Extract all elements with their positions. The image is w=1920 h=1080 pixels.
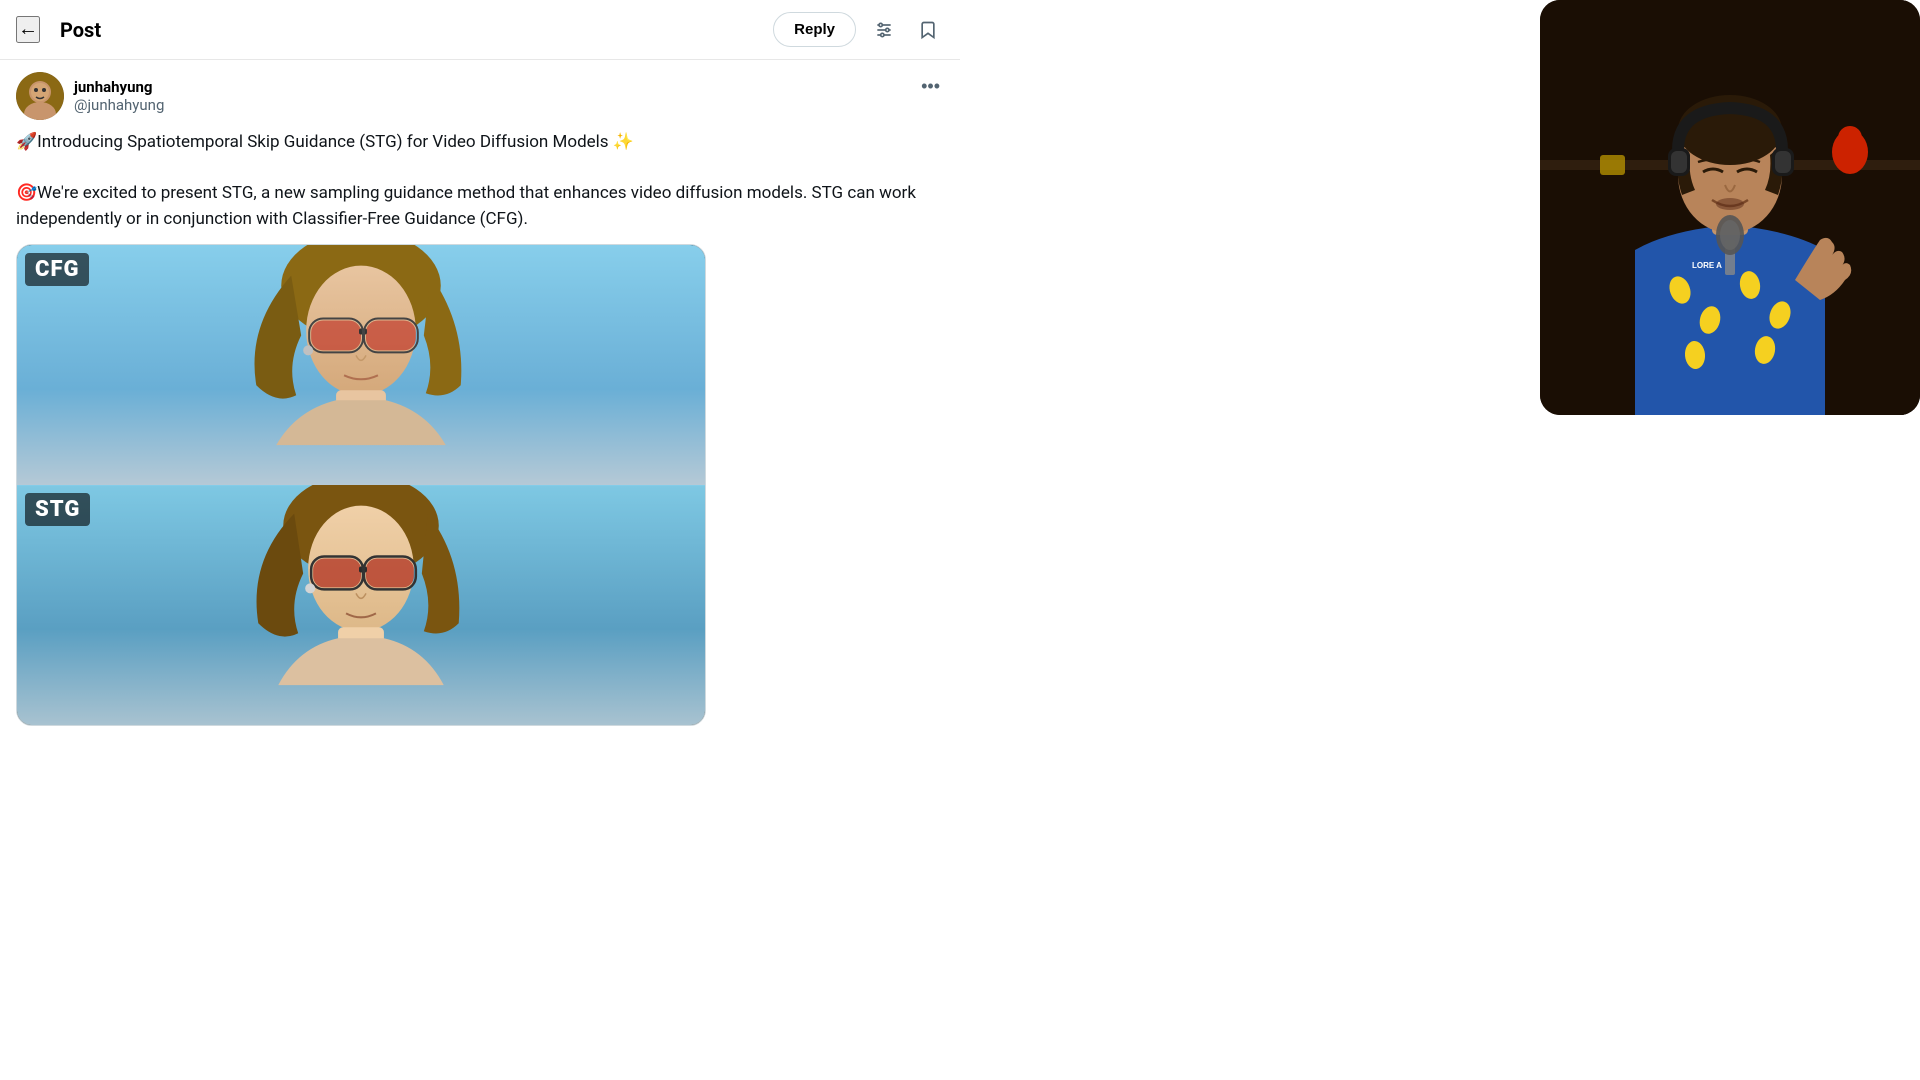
cfg-label: CFG — [25, 253, 89, 286]
reply-button[interactable]: Reply — [773, 12, 856, 47]
avatar — [16, 72, 64, 120]
stg-person-image — [17, 485, 705, 725]
user-details: junhahyung @junhahyung — [74, 78, 164, 114]
webcam-background: LORE A — [1540, 0, 1920, 415]
bookmark-icon — [918, 20, 938, 40]
header: ← Post Reply — [0, 0, 960, 60]
page-title: Post — [60, 18, 101, 42]
adjust-icon-button[interactable] — [868, 14, 900, 46]
adjust-icon — [874, 20, 894, 40]
comparison-image: CFG — [17, 245, 705, 725]
username: junhahyung — [74, 78, 164, 96]
avatar-image — [16, 72, 64, 120]
cfg-section: CFG — [17, 245, 705, 485]
post-header: junhahyung @junhahyung ••• — [16, 72, 944, 120]
post-container: junhahyung @junhahyung ••• 🚀Introducing … — [0, 60, 960, 738]
post-text: 🚀Introducing Spatiotemporal Skip Guidanc… — [16, 130, 944, 232]
main-content: ← Post Reply — [0, 0, 960, 1080]
post-text-line1: 🚀Introducing Spatiotemporal Skip Guidanc… — [16, 130, 944, 156]
avatar-svg — [16, 72, 64, 120]
svg-text:LORE A: LORE A — [1692, 261, 1722, 270]
cfg-person-image — [17, 245, 705, 485]
back-button[interactable]: ← — [16, 16, 40, 43]
user-handle: @junhahyung — [74, 96, 164, 114]
stg-section: STG — [17, 485, 705, 725]
webcam-overlay: LORE A — [1540, 0, 1920, 415]
user-info: junhahyung @junhahyung — [16, 72, 164, 120]
bookmark-icon-button[interactable] — [912, 14, 944, 46]
stg-label: STG — [25, 493, 90, 526]
post-image[interactable]: CFG — [16, 244, 706, 726]
header-left: ← Post — [16, 16, 101, 43]
post-text-line2: 🎯We're excited to present STG, a new sam… — [16, 181, 944, 232]
webcam-scene: LORE A — [1540, 0, 1920, 415]
more-options-button[interactable]: ••• — [917, 72, 944, 101]
header-right: Reply — [773, 12, 944, 47]
